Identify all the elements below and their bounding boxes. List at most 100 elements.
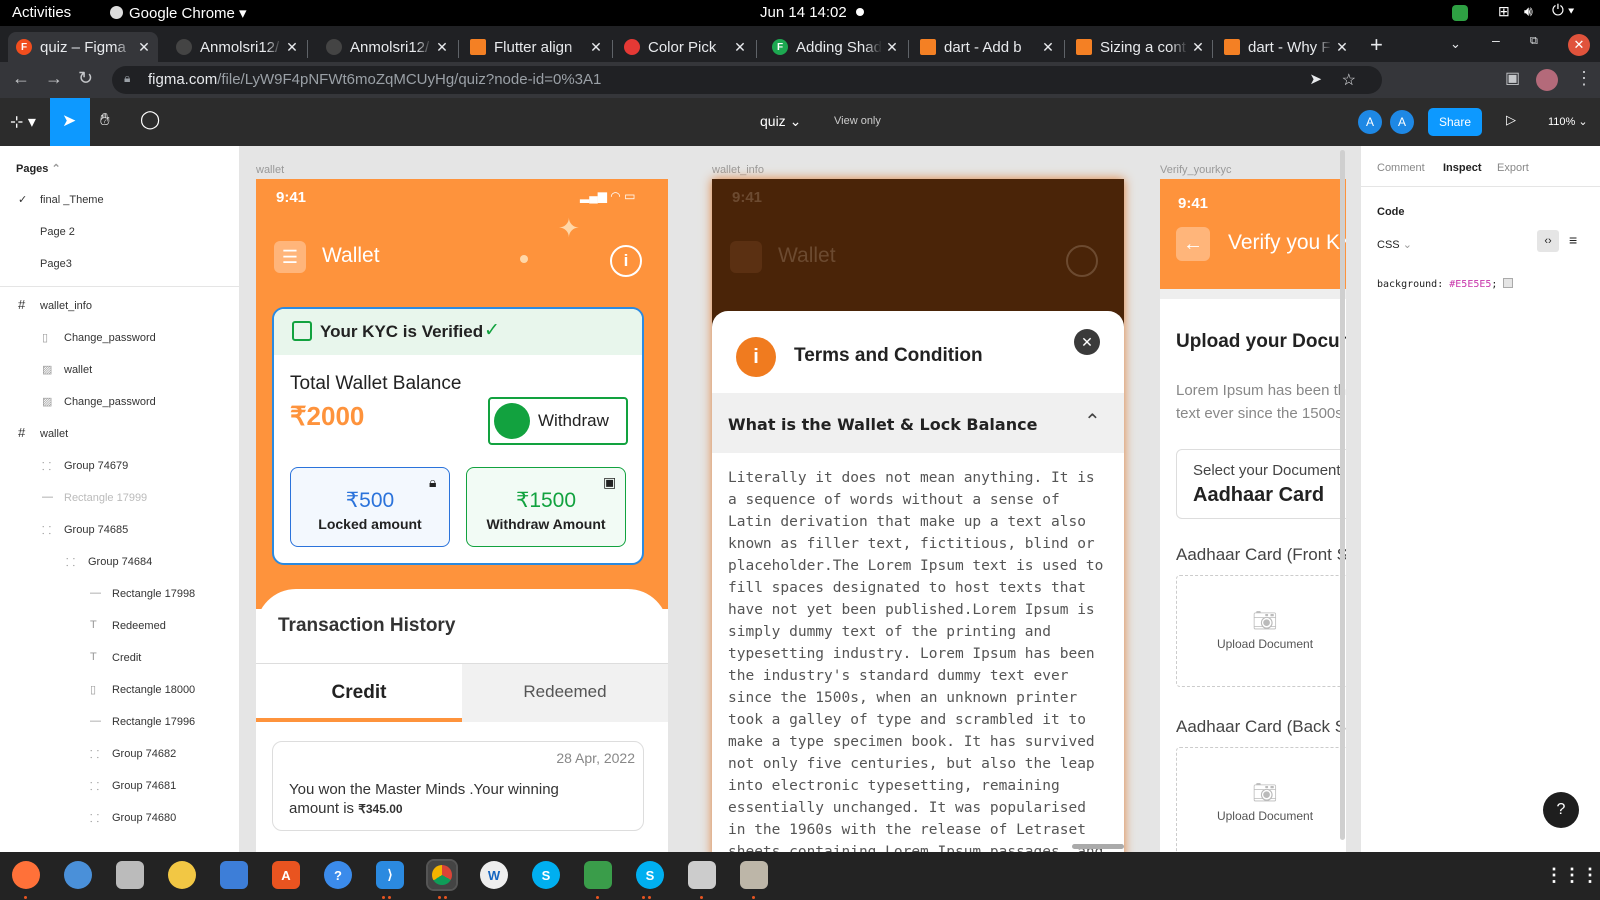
tab-quiz-figma[interactable]: F quiz – Figma ✕: [8, 32, 158, 62]
layer-item[interactable]: ▨ wallet: [0, 360, 240, 380]
layer-item[interactable]: ⸬ Group 74681: [0, 776, 240, 796]
wallet-info-frame[interactable]: 9:41 Wallet i Terms and Condition ✕ What…: [712, 179, 1124, 852]
layer-item[interactable]: ⸬ Group 74684: [0, 552, 240, 572]
collaborator-avatar[interactable]: A: [1390, 110, 1414, 134]
close-tab-icon[interactable]: ✕: [882, 39, 902, 56]
layer-item[interactable]: # wallet: [0, 424, 240, 444]
profile-avatar[interactable]: [1536, 69, 1558, 91]
tab-dart-add[interactable]: dart - Add b ✕: [912, 32, 1062, 62]
layer-item[interactable]: T Redeemed: [0, 616, 240, 636]
zoom-menu[interactable]: 110% ⌄: [1548, 115, 1588, 128]
network-icon[interactable]: ⊞: [1498, 3, 1510, 20]
volume-icon[interactable]: 🔊︎: [1524, 3, 1533, 20]
present-play-icon[interactable]: ▷: [1506, 112, 1516, 128]
thunderbird-icon[interactable]: [64, 861, 92, 889]
close-modal-button[interactable]: ✕: [1074, 329, 1100, 355]
close-window-icon[interactable]: ✕: [1568, 34, 1590, 56]
new-tab-button[interactable]: +: [1370, 32, 1383, 58]
files-icon[interactable]: [116, 861, 144, 889]
tab-dart-why[interactable]: dart - Why F ✕: [1216, 32, 1356, 62]
close-tab-icon[interactable]: ✕: [586, 39, 606, 56]
side-panel-icon[interactable]: ▣: [1505, 68, 1520, 88]
page-item-final-theme[interactable]: ✓ final _Theme: [0, 190, 240, 210]
move-tool-button[interactable]: ➤: [50, 98, 90, 146]
tab-search-icon[interactable]: ⌄: [1450, 36, 1461, 52]
tab-flutter-align[interactable]: Flutter align ✕: [462, 32, 610, 62]
page-item-page3[interactable]: Page3: [0, 254, 240, 274]
tab-export[interactable]: Export: [1497, 162, 1529, 174]
close-tab-icon[interactable]: ✕: [282, 39, 302, 56]
activities-button[interactable]: Activities: [12, 4, 71, 21]
close-tab-icon[interactable]: ✕: [1188, 39, 1208, 56]
layer-item[interactable]: ⸬ Group 74685: [0, 520, 240, 540]
layer-item[interactable]: — Rectangle 17998: [0, 584, 240, 604]
page-item-page2[interactable]: Page 2: [0, 222, 240, 242]
wps-icon[interactable]: W: [480, 861, 508, 889]
archive-manager-icon[interactable]: [740, 861, 768, 889]
back-upload-box[interactable]: 📷︎ Upload Document: [1176, 747, 1346, 852]
power-icon[interactable]: ⏻ ▾: [1552, 2, 1574, 19]
forward-icon[interactable]: →: [45, 68, 63, 89]
url-input[interactable]: 🔒︎ figma.com/file/LyW9F4pNFWt6moZqMCUyHg…: [112, 66, 1382, 94]
figma-canvas[interactable]: wallet 9:41 ▂▄▆ ◠ ▭ ✦ ☰ Wallet i Your KY…: [240, 146, 1346, 852]
skype-icon[interactable]: S: [532, 861, 560, 889]
chevron-up-icon[interactable]: ⌃: [1084, 409, 1101, 434]
menu-icon[interactable]: ☰: [274, 241, 306, 273]
writer-icon[interactable]: [220, 861, 248, 889]
tab-inspect[interactable]: Inspect: [1443, 162, 1482, 174]
shield-check-icon[interactable]: [1452, 5, 1468, 21]
list-view-icon[interactable]: ≡: [1569, 232, 1577, 248]
close-tab-icon[interactable]: ✕: [1038, 39, 1058, 56]
restore-icon[interactable]: ⧉: [1530, 35, 1538, 48]
layer-item[interactable]: ▨ Change_password: [0, 392, 240, 412]
android-studio-icon[interactable]: [584, 861, 612, 889]
collaborator-avatar[interactable]: A: [1358, 110, 1382, 134]
tab-sizing-container[interactable]: Sizing a cont ✕: [1068, 32, 1212, 62]
vscode-icon[interactable]: ⟩: [376, 861, 404, 889]
firefox-icon[interactable]: [12, 861, 40, 889]
back-arrow-icon[interactable]: ←: [1176, 227, 1210, 261]
bookmark-star-icon[interactable]: ☆: [1342, 70, 1356, 90]
front-upload-box[interactable]: 📷︎ Upload Document: [1176, 575, 1346, 687]
figma-menu-icon[interactable]: ⊹ ▾: [10, 112, 36, 132]
frame-label-wallet[interactable]: wallet: [256, 164, 284, 176]
reload-icon[interactable]: ↻: [78, 68, 93, 89]
layer-item[interactable]: ⸬ Group 74679: [0, 456, 240, 476]
tab-github-1[interactable]: Anmolsri12/ ✕: [168, 32, 306, 62]
layer-item[interactable]: # wallet_info: [0, 296, 240, 316]
close-tab-icon[interactable]: ✕: [432, 39, 452, 56]
comment-tool-icon[interactable]: ◯: [140, 109, 160, 130]
send-icon[interactable]: ➤: [1309, 70, 1322, 88]
app-grid-icon[interactable]: ⋮⋮⋮: [1545, 861, 1599, 889]
tab-credit[interactable]: Credit: [256, 664, 462, 722]
help-button[interactable]: ?: [1543, 792, 1579, 828]
software-center-icon[interactable]: A: [272, 861, 300, 889]
wallet-frame[interactable]: 9:41 ▂▄▆ ◠ ▭ ✦ ☰ Wallet i Your KYC is Ve…: [256, 179, 668, 852]
share-button[interactable]: Share: [1428, 108, 1482, 136]
close-tab-icon[interactable]: ✕: [134, 39, 154, 56]
chrome-dock-icon[interactable]: [426, 859, 458, 891]
tab-adding-shadow[interactable]: F Adding Shad ✕: [764, 32, 906, 62]
more-menu-icon[interactable]: ⋮: [1575, 68, 1593, 89]
tab-comment[interactable]: Comment: [1377, 162, 1425, 174]
code-view-icon[interactable]: ‹›: [1537, 230, 1559, 252]
accordion-header[interactable]: What is the Wallet & Lock Balance ⌃: [712, 393, 1124, 453]
layer-item[interactable]: — Rectangle 17999: [0, 488, 240, 508]
hand-tool-icon[interactable]: ✋︎: [100, 110, 110, 130]
withdraw-button[interactable]: Withdraw: [488, 397, 628, 445]
minimize-icon[interactable]: –: [1492, 32, 1500, 48]
tab-github-2[interactable]: Anmolsri12/ ✕: [318, 32, 456, 62]
help-app-icon[interactable]: ?: [324, 861, 352, 889]
code-language-select[interactable]: CSS ⌄: [1377, 238, 1412, 251]
frame-label-wallet-info[interactable]: wallet_info: [712, 164, 764, 176]
frame-label-verify[interactable]: Verify_yourkyc: [1160, 164, 1232, 176]
app-menu[interactable]: Google Chrome ▾: [110, 4, 247, 22]
verify-kyc-frame[interactable]: 9:41 ← Verify you KY Upload your Docume …: [1160, 179, 1346, 852]
layer-item[interactable]: ▯ Rectangle 18000: [0, 680, 240, 700]
rhythmbox-icon[interactable]: [168, 861, 196, 889]
back-icon[interactable]: ←: [12, 68, 30, 89]
close-tab-icon[interactable]: ✕: [730, 39, 750, 56]
image-viewer-icon[interactable]: [688, 861, 716, 889]
info-icon[interactable]: i: [610, 245, 642, 277]
pages-heading[interactable]: Pages ⌃: [16, 162, 61, 175]
